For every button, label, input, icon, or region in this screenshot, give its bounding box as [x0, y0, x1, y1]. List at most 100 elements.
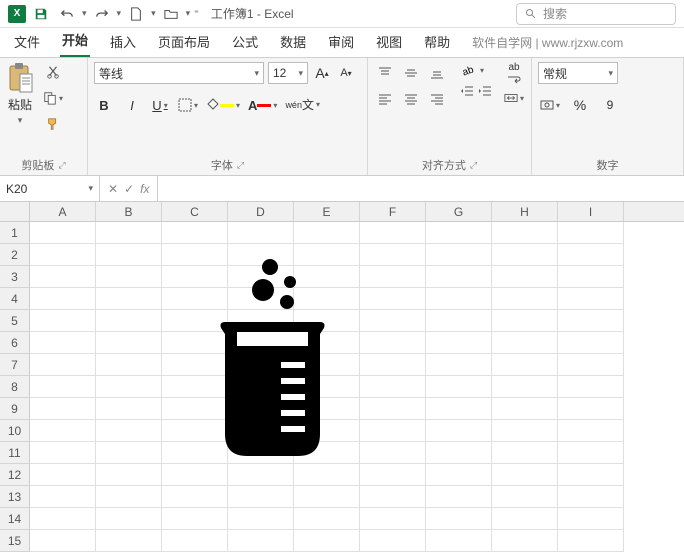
- new-dropdown-icon[interactable]: ▾: [151, 8, 156, 19]
- cell[interactable]: [426, 442, 492, 464]
- cell[interactable]: [360, 486, 426, 508]
- cell[interactable]: [30, 266, 96, 288]
- shrink-font-icon[interactable]: A▾: [336, 62, 356, 84]
- tab-view[interactable]: 视图: [374, 26, 404, 57]
- cell[interactable]: [96, 310, 162, 332]
- font-color-button[interactable]: A▾: [248, 94, 277, 116]
- orientation-button[interactable]: ab▾: [460, 62, 492, 78]
- new-file-icon[interactable]: [125, 3, 147, 25]
- cell[interactable]: [96, 376, 162, 398]
- align-top-icon[interactable]: [374, 62, 396, 84]
- clipboard-launcher-icon[interactable]: ⤢: [58, 160, 65, 171]
- cell[interactable]: [30, 508, 96, 530]
- cell[interactable]: [492, 332, 558, 354]
- cell[interactable]: [558, 420, 624, 442]
- row-header[interactable]: 12: [0, 464, 30, 486]
- tab-pagelayout[interactable]: 页面布局: [156, 26, 212, 57]
- row-header[interactable]: 5: [0, 310, 30, 332]
- col-header[interactable]: H: [492, 202, 558, 221]
- row-header[interactable]: 7: [0, 354, 30, 376]
- worksheet-grid[interactable]: A B C D E F G H I 123456789101112131415: [0, 202, 684, 559]
- cell[interactable]: [426, 420, 492, 442]
- cell[interactable]: [426, 354, 492, 376]
- cell[interactable]: [426, 266, 492, 288]
- cell[interactable]: [294, 508, 360, 530]
- cell[interactable]: [162, 508, 228, 530]
- select-all-corner[interactable]: [0, 202, 30, 221]
- cell[interactable]: [426, 464, 492, 486]
- search-box[interactable]: 搜索: [516, 3, 676, 25]
- redo-icon[interactable]: [91, 3, 113, 25]
- align-bottom-icon[interactable]: [426, 62, 448, 84]
- row-header[interactable]: 13: [0, 486, 30, 508]
- open-dropdown-icon[interactable]: ▾: [186, 8, 191, 19]
- row-header[interactable]: 2: [0, 244, 30, 266]
- undo-dropdown-icon[interactable]: ▾: [82, 8, 87, 19]
- cell[interactable]: [96, 332, 162, 354]
- cell[interactable]: [426, 222, 492, 244]
- cell[interactable]: [492, 376, 558, 398]
- cell[interactable]: [558, 222, 624, 244]
- underline-button[interactable]: U▾: [150, 94, 170, 116]
- cell[interactable]: [96, 530, 162, 552]
- font-launcher-icon[interactable]: ⤢: [237, 160, 244, 171]
- align-middle-icon[interactable]: [400, 62, 422, 84]
- cell[interactable]: [360, 222, 426, 244]
- cell[interactable]: [30, 310, 96, 332]
- cell[interactable]: [228, 486, 294, 508]
- col-header[interactable]: F: [360, 202, 426, 221]
- cell[interactable]: [30, 398, 96, 420]
- row-header[interactable]: 6: [0, 332, 30, 354]
- cell[interactable]: [30, 354, 96, 376]
- cell[interactable]: [426, 376, 492, 398]
- cell[interactable]: [360, 398, 426, 420]
- row-header[interactable]: 15: [0, 530, 30, 552]
- col-header[interactable]: B: [96, 202, 162, 221]
- phonetic-button[interactable]: wén文▾: [285, 94, 320, 116]
- grow-font-icon[interactable]: A▴: [312, 62, 332, 84]
- cell[interactable]: [360, 508, 426, 530]
- italic-button[interactable]: I: [122, 94, 142, 116]
- col-header[interactable]: D: [228, 202, 294, 221]
- fill-color-button[interactable]: ▾: [206, 94, 240, 116]
- paste-label[interactable]: 粘贴: [8, 96, 32, 113]
- cell[interactable]: [492, 464, 558, 486]
- cell[interactable]: [426, 244, 492, 266]
- undo-icon[interactable]: [56, 3, 78, 25]
- cell[interactable]: [96, 486, 162, 508]
- currency-button[interactable]: ▾: [538, 94, 562, 116]
- qat-customize-icon[interactable]: ⁼: [194, 8, 199, 19]
- number-format-select[interactable]: 常规▾: [538, 62, 618, 84]
- cell[interactable]: [558, 332, 624, 354]
- cell[interactable]: [558, 266, 624, 288]
- cell[interactable]: [360, 376, 426, 398]
- row-header[interactable]: 8: [0, 376, 30, 398]
- beaker-shape[interactable]: [195, 252, 350, 462]
- font-size-select[interactable]: 12▾: [268, 62, 308, 84]
- cell[interactable]: [360, 288, 426, 310]
- cell[interactable]: [96, 222, 162, 244]
- increase-indent-icon[interactable]: [478, 84, 492, 98]
- copy-icon[interactable]: ▾: [42, 88, 64, 108]
- cell[interactable]: [96, 464, 162, 486]
- row-header[interactable]: 14: [0, 508, 30, 530]
- cell[interactable]: [558, 354, 624, 376]
- border-button[interactable]: ▾: [178, 94, 198, 116]
- cell[interactable]: [360, 354, 426, 376]
- cell[interactable]: [558, 530, 624, 552]
- cell[interactable]: [96, 398, 162, 420]
- cell[interactable]: [360, 332, 426, 354]
- cell[interactable]: [558, 442, 624, 464]
- cell[interactable]: [558, 508, 624, 530]
- cell[interactable]: [162, 486, 228, 508]
- cell[interactable]: [162, 464, 228, 486]
- cell[interactable]: [492, 244, 558, 266]
- cell[interactable]: [558, 376, 624, 398]
- cell[interactable]: [558, 486, 624, 508]
- cell[interactable]: [558, 464, 624, 486]
- row-header[interactable]: 10: [0, 420, 30, 442]
- tab-insert[interactable]: 插入: [108, 26, 138, 57]
- cell[interactable]: [492, 508, 558, 530]
- cell[interactable]: [360, 464, 426, 486]
- cell[interactable]: [426, 332, 492, 354]
